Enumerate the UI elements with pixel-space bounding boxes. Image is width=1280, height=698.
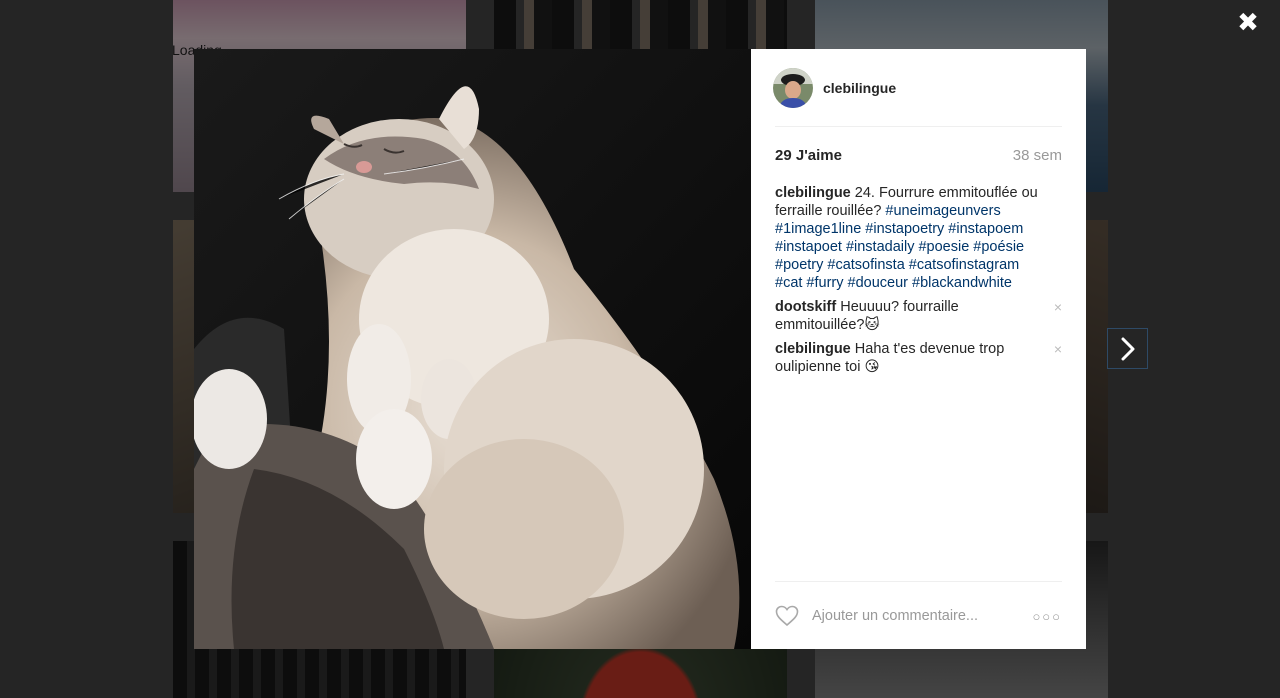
caption: clebilingue 24. Fourrure emmitouflée ou …	[775, 184, 1062, 292]
avatar[interactable]	[773, 67, 813, 108]
likes-count[interactable]: 29 J'aime	[775, 147, 842, 164]
post-timestamp[interactable]: 38 sem	[1013, 147, 1062, 164]
post-modal: clebilingue 29 J'aime 38 sem clebilingue…	[194, 49, 1086, 649]
post-header: clebilingue	[773, 49, 1062, 127]
next-post-button[interactable]	[1107, 328, 1148, 369]
delete-comment-icon[interactable]: ×	[1054, 298, 1062, 316]
post-footer: ○○○	[775, 581, 1062, 650]
more-options-icon[interactable]: ○○○	[1032, 609, 1062, 624]
comment-username[interactable]: dootskiff	[775, 299, 836, 315]
comment-username[interactable]: clebilingue	[775, 185, 851, 201]
heart-icon[interactable]	[775, 605, 799, 627]
cat-photo	[194, 49, 751, 649]
post-sidebar: clebilingue 29 J'aime 38 sem clebilingue…	[751, 49, 1086, 649]
comment-username[interactable]: clebilingue	[775, 341, 851, 357]
post-author-username[interactable]: clebilingue	[823, 80, 896, 96]
post-meta: 29 J'aime 38 sem	[775, 147, 1062, 164]
list-item: clebilingue Haha t'es devenue trop oulip…	[775, 340, 1062, 376]
chevron-right-icon	[1121, 337, 1134, 360]
close-icon[interactable]: ✖	[1234, 8, 1262, 36]
comments-list: clebilingue 24. Fourrure emmitouflée ou …	[775, 184, 1062, 376]
avatar-image	[773, 67, 813, 108]
post-photo	[194, 49, 751, 649]
delete-comment-icon[interactable]: ×	[1054, 340, 1062, 358]
list-item: dootskiff Heuuuu? fourraille emmitouillé…	[775, 298, 1062, 334]
add-comment-input[interactable]	[810, 607, 1033, 625]
